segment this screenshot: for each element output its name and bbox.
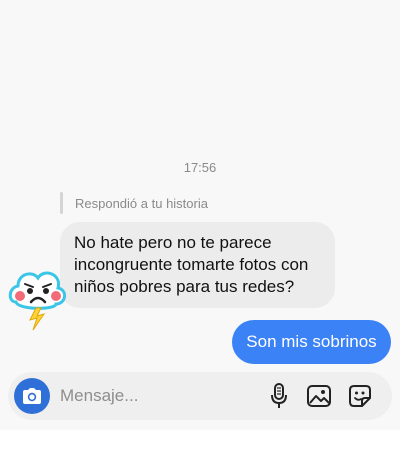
incoming-message-bubble[interactable]: No hate pero no te parece incongruente t… <box>60 222 335 308</box>
sad-cloud-sticker[interactable] <box>6 262 70 332</box>
sticker-icon <box>349 385 371 407</box>
image-icon <box>307 385 331 407</box>
camera-button[interactable] <box>14 378 50 414</box>
bottom-area <box>0 430 400 468</box>
message-input[interactable] <box>60 384 240 408</box>
reply-indicator-bar <box>60 192 63 214</box>
message-timestamp: 17:56 <box>183 160 217 175</box>
gallery-button[interactable] <box>305 382 333 410</box>
story-reply-context: Respondió a tu historia <box>60 192 208 214</box>
sad-cloud-icon <box>8 271 66 331</box>
outgoing-message-bubble[interactable]: Son mis sobrinos <box>232 320 391 364</box>
camera-icon <box>23 388 41 404</box>
message-composer <box>8 372 392 420</box>
story-reply-label: Respondió a tu historia <box>75 195 208 211</box>
sticker-button[interactable] <box>346 382 374 410</box>
chat-thread: 17:56 Respondió a tu historia No hate pe… <box>0 0 400 430</box>
microphone-button[interactable] <box>265 382 293 410</box>
microphone-icon <box>271 383 287 408</box>
